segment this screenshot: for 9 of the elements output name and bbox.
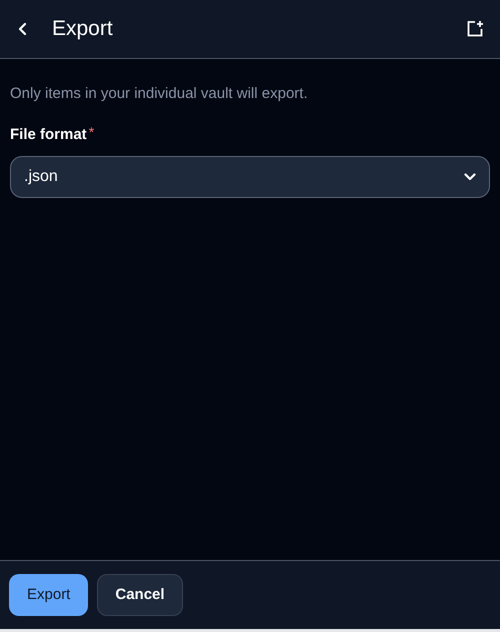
file-format-select[interactable]: .json	[10, 156, 490, 198]
cancel-button[interactable]: Cancel	[97, 574, 183, 616]
export-button[interactable]: Export	[9, 574, 88, 616]
chevron-down-icon	[464, 173, 476, 181]
page-title: Export	[52, 16, 113, 42]
field-label: File format	[10, 124, 87, 144]
popout-icon[interactable]	[466, 20, 484, 38]
notice-text: Only items in your individual vault will export.	[10, 84, 309, 104]
required-mark: *	[88, 122, 94, 142]
